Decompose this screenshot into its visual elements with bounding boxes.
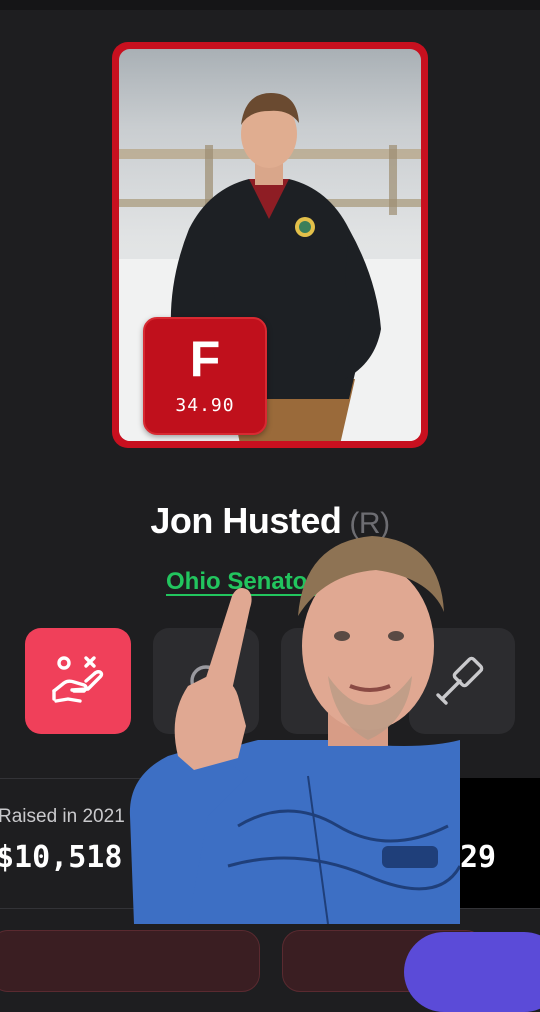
grade-badge: F 34.90 (143, 317, 267, 435)
bottom-action-fab[interactable] (404, 932, 540, 1012)
hand-scale-icon (52, 656, 104, 703)
raised-value: $10,518 (0, 840, 123, 875)
stat-right-value: 29 (460, 840, 497, 875)
politician-card[interactable]: F 34.90 (112, 42, 428, 448)
bottom-button-left[interactable] (0, 930, 260, 992)
raised-label: Raised in 2021 (0, 806, 125, 827)
grade-score: 34.90 (175, 395, 235, 416)
top-status-strip (0, 0, 540, 10)
presenter-video-overlay (128, 526, 460, 924)
action-tile-1[interactable] (25, 628, 131, 734)
politician-photo: F 34.90 (119, 49, 421, 441)
grade-letter: F (189, 331, 221, 387)
